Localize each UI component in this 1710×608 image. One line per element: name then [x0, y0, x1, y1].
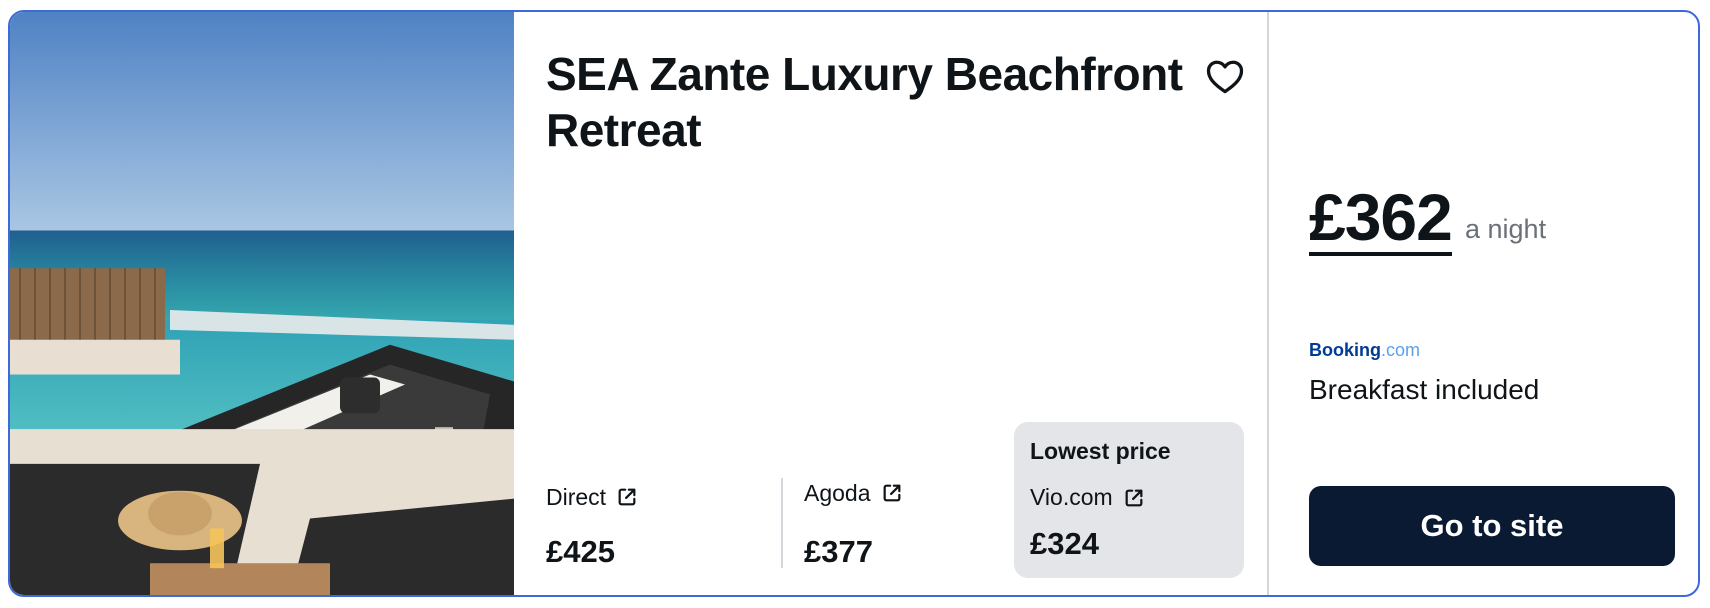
provider-name: Vio.com: [1030, 484, 1145, 511]
external-link-icon: [1125, 489, 1143, 506]
provider-direct[interactable]: Direct £425: [546, 482, 776, 570]
hotel-name[interactable]: SEA Zante Luxury Beachfront Retreat: [546, 46, 1186, 158]
amenity-text: Breakfast included: [1309, 374, 1540, 405]
go-to-site-button[interactable]: Go to site: [1309, 486, 1675, 566]
provider-agoda[interactable]: Agoda £377: [804, 478, 1034, 570]
price-unit: a night: [1465, 214, 1547, 244]
external-link-icon: [618, 488, 636, 506]
hotel-result-card[interactable]: SEA Zante Luxury Beachfront Retreat Dire…: [8, 10, 1700, 597]
provider-name: Agoda: [804, 478, 1034, 508]
provider-price: £425: [546, 534, 615, 569]
favorite-button[interactable]: [1203, 54, 1247, 98]
hotel-details: SEA Zante Luxury Beachfront Retreat Dire…: [514, 12, 1276, 595]
nightly-price[interactable]: £362: [1309, 182, 1453, 256]
lowest-price-tag: Lowest price: [1030, 438, 1171, 464]
external-link-icon: [883, 484, 900, 502]
hotel-photo-image: [10, 12, 514, 595]
provider-price: £324: [1030, 526, 1099, 561]
booking-logo: Booking.com: [1309, 340, 1421, 360]
lowest-price-box[interactable]: Lowest price Vio.com £324: [1014, 422, 1244, 578]
provider-divider: [781, 478, 783, 568]
hotel-photo[interactable]: [10, 12, 514, 595]
provider-price: £377: [804, 534, 873, 569]
deal-panel: £362 a night Booking.com Breakfast inclu…: [1269, 12, 1698, 595]
provider-name: Direct: [546, 482, 776, 512]
heart-outline-icon: [1206, 60, 1244, 94]
